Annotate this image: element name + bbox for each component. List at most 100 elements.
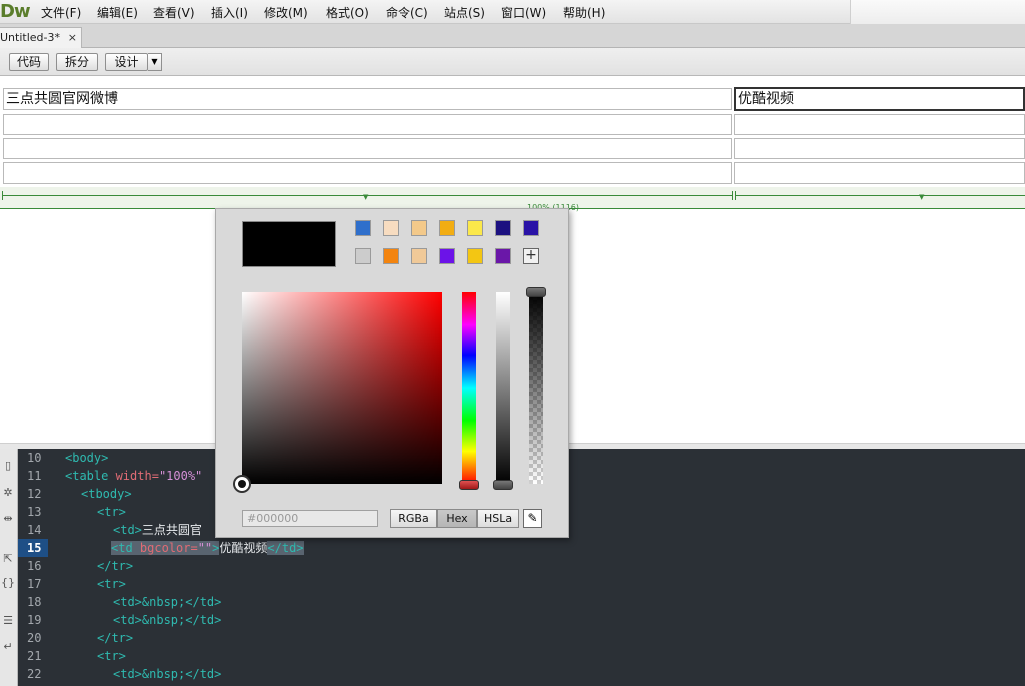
line-number: 17: [27, 577, 42, 591]
table-cell[interactable]: [3, 138, 732, 159]
split-view-button[interactable]: 拆分: [56, 53, 98, 71]
color-field-handle[interactable]: [233, 475, 251, 493]
menu-view[interactable]: 查看(V): [153, 4, 195, 21]
color-swatch[interactable]: [467, 248, 483, 264]
code-line[interactable]: <td>&nbsp;</td>: [113, 593, 221, 611]
code-line[interactable]: <body>: [65, 449, 108, 467]
code-value: "100%": [158, 469, 203, 483]
close-icon[interactable]: ×: [68, 28, 77, 47]
hue-slider[interactable]: [462, 292, 476, 484]
line-number: 10: [27, 451, 42, 465]
color-swatch[interactable]: [411, 220, 427, 236]
code-attribute: bgcolor=: [139, 541, 198, 555]
column-width-line: [735, 195, 1025, 196]
document-tab[interactable]: Untitled-3* ×: [0, 27, 82, 48]
code-line[interactable]: <td>三点共圆官: [113, 521, 202, 539]
color-swatch[interactable]: [495, 248, 511, 264]
menu-site[interactable]: 站点(S): [444, 4, 485, 21]
menu-modify[interactable]: 修改(M): [264, 4, 308, 21]
word-wrap-icon[interactable]: ↵: [1, 640, 15, 654]
color-swatch[interactable]: [467, 220, 483, 236]
line-number: 11: [27, 469, 42, 483]
alpha-slider-handle[interactable]: [526, 287, 546, 297]
table-cell[interactable]: [734, 162, 1025, 184]
line-number: 16: [27, 559, 42, 573]
coding-toolbar: ▯ ✲ ⇹ ⇱ {} ☰ ↵: [0, 449, 18, 686]
eyedropper-icon[interactable]: ✎: [523, 509, 542, 528]
document-tab-title: Untitled-3*: [0, 31, 60, 44]
code-line[interactable]: <tr>: [97, 503, 126, 521]
code-view-button[interactable]: 代码: [9, 53, 49, 71]
menu-file[interactable]: 文件(F): [41, 4, 81, 21]
menu-format[interactable]: 格式(O): [326, 4, 369, 21]
menu-insert[interactable]: 插入(I): [211, 4, 248, 21]
menu-commands[interactable]: 命令(C): [386, 4, 428, 21]
line-number: 14: [27, 523, 42, 537]
hsla-mode-button[interactable]: HSLa: [477, 509, 519, 528]
code-tag: </td>: [267, 541, 304, 555]
collapse-tag-icon[interactable]: ✲: [1, 486, 15, 500]
color-swatch[interactable]: [495, 220, 511, 236]
width-tick: [2, 191, 3, 200]
code-line[interactable]: <tr>: [97, 575, 126, 593]
line-number: 20: [27, 631, 42, 645]
table-cell-selected[interactable]: 优酷视频: [734, 87, 1025, 111]
lightness-slider[interactable]: [496, 292, 510, 484]
color-swatch[interactable]: [355, 220, 371, 236]
width-tick: [735, 191, 736, 200]
color-swatch[interactable]: [355, 248, 371, 264]
column-menu-icon[interactable]: ▼: [919, 193, 924, 201]
color-swatch[interactable]: [383, 248, 399, 264]
color-swatch[interactable]: [523, 220, 539, 236]
hex-mode-button[interactable]: Hex: [437, 509, 477, 528]
code-text: 优酷视频: [219, 541, 268, 555]
menu-help[interactable]: 帮助(H): [563, 4, 605, 21]
rgba-mode-button[interactable]: RGBa: [390, 509, 437, 528]
width-tick: [732, 191, 733, 200]
column-menu-icon[interactable]: ▼: [363, 193, 368, 201]
document-tab-bar: Untitled-3* ×: [0, 24, 1025, 48]
table-cell[interactable]: 三点共圆官网微博: [3, 88, 732, 110]
alpha-slider[interactable]: [529, 292, 543, 484]
color-picker-popup: + #000000 RGBa Hex HSLa ✎: [215, 208, 569, 538]
table-cell[interactable]: [3, 114, 732, 135]
menu-edit[interactable]: 编辑(E): [97, 4, 138, 21]
add-swatch-button[interactable]: +: [523, 248, 539, 264]
code-line[interactable]: </tr>: [97, 557, 133, 575]
table-cell[interactable]: [734, 138, 1025, 159]
color-value-input[interactable]: #000000: [242, 510, 378, 527]
design-view-button[interactable]: 设计: [105, 53, 148, 71]
code-line[interactable]: <tbody>: [81, 485, 132, 503]
code-line[interactable]: <table width="100%": [65, 467, 202, 485]
code-line[interactable]: </tr>: [97, 629, 133, 647]
code-tag: <td>: [113, 523, 142, 537]
menu-window[interactable]: 窗口(W): [501, 4, 546, 21]
lightness-slider-handle[interactable]: [493, 480, 513, 490]
select-parent-tag-icon[interactable]: ⇱: [1, 552, 15, 566]
color-swatch[interactable]: [383, 220, 399, 236]
expand-all-icon[interactable]: ⇹: [1, 512, 15, 526]
open-documents-icon[interactable]: ▯: [1, 459, 15, 473]
line-number: 18: [27, 595, 42, 609]
color-swatch[interactable]: [411, 248, 427, 264]
line-number: 21: [27, 649, 42, 663]
code-line[interactable]: <td>&nbsp;</td>: [113, 611, 221, 629]
code-line[interactable]: <td>&nbsp;</td>: [113, 665, 221, 683]
code-text: 三点共圆官: [141, 523, 202, 537]
saturation-brightness-field[interactable]: [242, 292, 442, 484]
dreamweaver-logo: Dw: [0, 1, 31, 22]
color-swatch[interactable]: [439, 220, 455, 236]
chevron-down-icon[interactable]: ▼: [148, 53, 162, 71]
code-value: "": [197, 541, 213, 555]
color-swatch[interactable]: [439, 248, 455, 264]
table-cell[interactable]: [3, 162, 732, 184]
hue-slider-handle[interactable]: [459, 480, 479, 490]
code-line[interactable]: <tr>: [97, 647, 126, 665]
code-line-current[interactable]: <td bgcolor="">优酷视频</td>: [111, 539, 304, 557]
code-tag: <table: [65, 469, 116, 483]
current-color-preview: [242, 221, 336, 267]
table-cell[interactable]: [734, 114, 1025, 135]
line-numbers-icon[interactable]: ☰: [1, 614, 15, 628]
balance-braces-icon[interactable]: {}: [1, 576, 15, 590]
line-number: 22: [27, 667, 42, 681]
